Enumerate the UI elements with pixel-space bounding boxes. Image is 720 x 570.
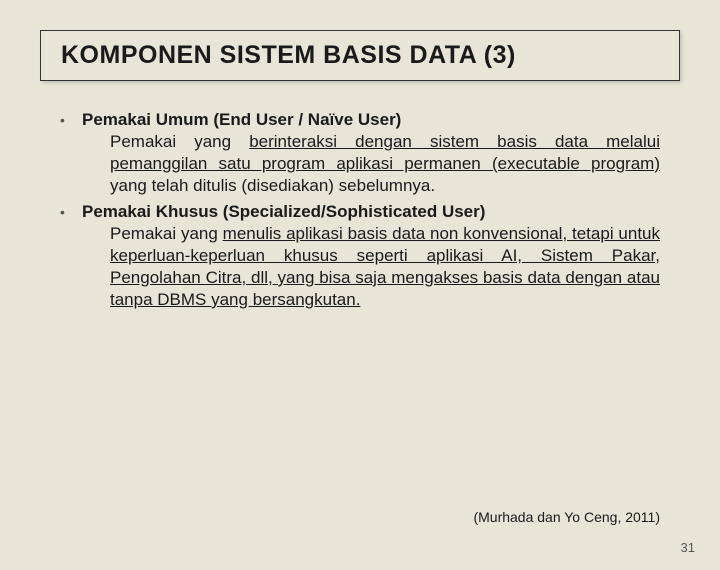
content-area: • Pemakai Umum (End User / Naïve User) P…: [60, 109, 660, 311]
desc-plain: Pemakai yang: [110, 132, 249, 151]
bullet-icon: •: [60, 109, 82, 197]
bullet-icon: •: [60, 201, 82, 311]
item-body: Pemakai Umum (End User / Naïve User) Pem…: [82, 109, 660, 197]
desc-plain: Pemakai yang: [110, 224, 223, 243]
title-bar: KOMPONEN SISTEM BASIS DATA (3): [40, 30, 680, 81]
citation: (Murhada dan Yo Ceng, 2011): [473, 509, 660, 525]
item-body: Pemakai Khusus (Specialized/Sophisticate…: [82, 201, 660, 311]
list-item: • Pemakai Khusus (Specialized/Sophistica…: [60, 201, 660, 311]
desc-tail: yang telah ditulis (disediakan) sebelumn…: [110, 176, 435, 195]
bullet-list: • Pemakai Umum (End User / Naïve User) P…: [60, 109, 660, 311]
item-heading: Pemakai Umum (End User / Naïve User): [82, 109, 660, 131]
list-item: • Pemakai Umum (End User / Naïve User) P…: [60, 109, 660, 197]
item-heading: Pemakai Khusus (Specialized/Sophisticate…: [82, 201, 660, 223]
page-number: 31: [681, 540, 695, 555]
item-description: Pemakai yang berinteraksi dengan sistem …: [82, 131, 660, 197]
item-description: Pemakai yang menulis aplikasi basis data…: [82, 223, 660, 311]
page-title: KOMPONEN SISTEM BASIS DATA (3): [61, 41, 659, 70]
